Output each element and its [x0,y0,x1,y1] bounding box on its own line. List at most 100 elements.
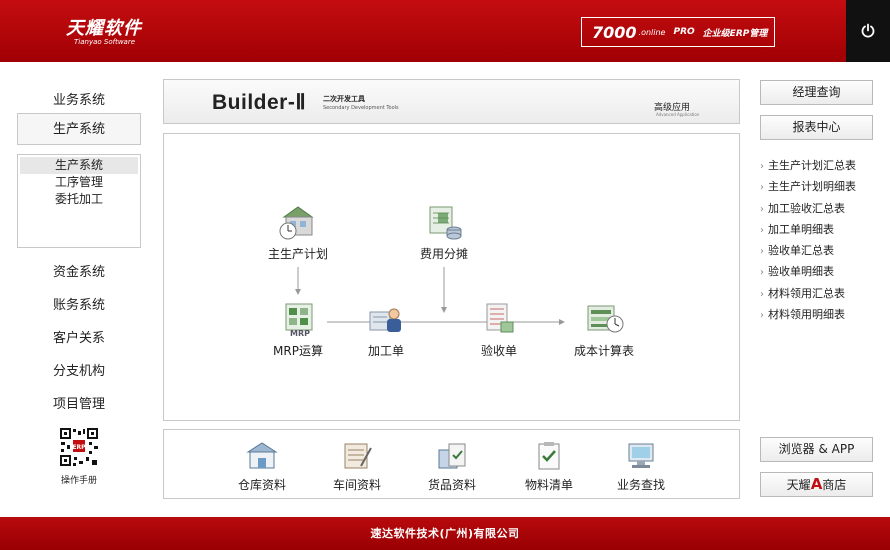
report-link[interactable]: › 材料领用明细表 [760,305,880,326]
submenu-process-management[interactable]: 工序管理 [20,174,138,191]
goods-icon [438,443,466,469]
submenu-production-system[interactable]: 生产系统 [20,157,138,174]
report-link-label: 主生产计划明细表 [768,180,856,194]
builder-subtitle-cn: 二次开发工具 [323,95,365,103]
node-cost-calculation-label: 成本计算表 [573,344,634,358]
resource-toolbar: 仓库资料 车间资料 货品资料 物料清单 业务查找 [163,429,740,499]
tool-business-search[interactable]: 业务查找 [606,440,676,493]
chevron-right-icon: › [760,224,764,236]
node-acceptance[interactable]: 验收单 [464,300,534,359]
logo-cn-text: 天耀软件 [66,18,142,39]
warehouse-icon [246,442,278,469]
chevron-right-icon: › [760,310,764,322]
process-order-icon [369,308,401,332]
acceptance-icon [486,303,514,333]
brand-version: 7000 [592,22,637,42]
node-cost-allocation-label: 费用分摊 [419,247,468,261]
tool-bom-label: 物料清单 [524,478,573,492]
report-center-button[interactable]: 报表中心 [760,115,873,140]
chevron-right-icon: › [760,267,764,279]
builder-subtitle-en: Secondary Development Tools [323,105,399,111]
tool-bom[interactable]: 物料清单 [514,440,584,493]
chevron-right-icon: › [760,246,764,258]
builder-title: Builder-Ⅱ [212,91,307,114]
report-link[interactable]: › 材料领用汇总表 [760,284,880,305]
advanced-app-en: Advanced Application [656,112,700,117]
node-mrp[interactable]: MRP MRP运算 [263,300,333,359]
node-mrp-label: MRP运算 [273,344,323,358]
node-cost-calculation[interactable]: 成本计算表 [566,300,642,359]
manual-label[interactable]: 操作手册 [44,473,114,486]
report-link-label: 材料领用汇总表 [768,286,845,300]
report-link[interactable]: › 验收单汇总表 [760,241,880,262]
shop-suffix: 商店 [822,478,847,492]
qr-code-icon: ERP [59,427,99,467]
report-link-label: 加工单明细表 [768,222,834,236]
report-link[interactable]: › 加工单明细表 [760,220,880,241]
node-acceptance-label: 验收单 [480,344,517,358]
svg-text:MRP: MRP [290,329,310,338]
nav-production-system[interactable]: 生产系统 [17,113,141,145]
power-button[interactable] [846,0,890,62]
tool-goods[interactable]: 货品资料 [417,440,487,493]
report-link-label: 加工验收汇总表 [768,201,845,215]
node-master-plan-label: 主生产计划 [267,247,328,261]
report-link[interactable]: › 加工验收汇总表 [760,199,880,220]
mrp-icon: MRP [285,303,313,338]
power-icon [861,23,875,38]
manager-query-button[interactable]: 经理查询 [760,80,873,105]
manual-qr-code[interactable]: ERP [59,427,99,467]
svg-text:ERP: ERP [72,444,86,451]
builder-banner[interactable]: Builder-Ⅱ 二次开发工具 Secondary Development T… [163,79,740,124]
node-process-order[interactable]: 加工单 [351,300,421,359]
business-search-icon [628,443,654,468]
chevron-right-icon: › [760,182,764,194]
flow-arrows [295,267,565,325]
product-brand-box: 7000 .online PRO 企业级ERP管理 [581,17,775,47]
master-plan-icon [279,206,314,240]
workshop-icon [344,443,372,469]
report-link-label: 主生产计划汇总表 [768,159,856,172]
bom-icon [538,442,560,470]
report-link[interactable]: › 验收单明细表 [760,262,880,283]
node-cost-allocation[interactable]: 费用分摊 [409,203,479,262]
footer: 速达软件技术(广州)有限公司 [0,517,890,550]
tool-workshop[interactable]: 车间资料 [322,440,392,493]
cost-calculation-icon [587,305,624,333]
tianyao-logo: 天耀软件 Tianyao Software [66,14,142,46]
app-store-button[interactable]: 天耀A商店 [760,472,873,497]
brand-pro: PRO [673,27,695,37]
production-submenu: 生产系统 工序管理 委托加工 [17,154,141,248]
tool-warehouse-label: 仓库资料 [237,478,286,492]
brand-online: .online [638,27,666,37]
report-link-label: 验收单明细表 [768,265,834,279]
chevron-right-icon: › [760,161,764,172]
chevron-right-icon: › [760,203,764,215]
nav-project-management[interactable]: 项目管理 [17,393,141,412]
submenu-outsourced-processing[interactable]: 委托加工 [20,191,138,208]
logo-en-text: Tianyao Software [74,38,136,46]
report-link[interactable]: › 主生产计划明细表 [760,177,880,198]
node-master-plan[interactable]: 主生产计划 [263,203,333,262]
nav-fund-system[interactable]: 资金系统 [17,261,141,280]
tool-business-search-label: 业务查找 [616,478,665,492]
tool-workshop-label: 车间资料 [332,478,381,492]
nav-customer-relations[interactable]: 客户关系 [17,327,141,346]
nav-business-system[interactable]: 业务系统 [17,89,141,108]
chevron-right-icon: › [760,288,764,300]
shop-prefix: 天耀 [786,478,811,492]
cost-allocation-icon [429,206,462,240]
report-link[interactable]: › 主生产计划汇总表 [760,156,880,177]
nav-accounting-system[interactable]: 账务系统 [17,294,141,313]
production-flow-panel: 主生产计划 费用分摊 MRP MRP运算 加工单 验收单 成本计算表 [163,133,740,421]
brand-erp: 企业级ERP管理 [702,28,768,39]
shop-a-logo: A [810,475,823,493]
footer-company: 速达软件技术(广州)有限公司 [370,527,520,540]
browser-app-button[interactable]: 浏览器 & APP [760,437,873,462]
tool-warehouse[interactable]: 仓库资料 [227,440,297,493]
node-process-order-label: 加工单 [367,344,404,358]
report-link-label: 验收单汇总表 [768,244,834,258]
report-links: › 主生产计划汇总表 › 主生产计划明细表 › 加工验收汇总表 › 加工单明细表 › 验收… [760,156,880,326]
report-link-label: 材料领用明细表 [768,308,845,322]
nav-branches[interactable]: 分支机构 [17,360,141,379]
